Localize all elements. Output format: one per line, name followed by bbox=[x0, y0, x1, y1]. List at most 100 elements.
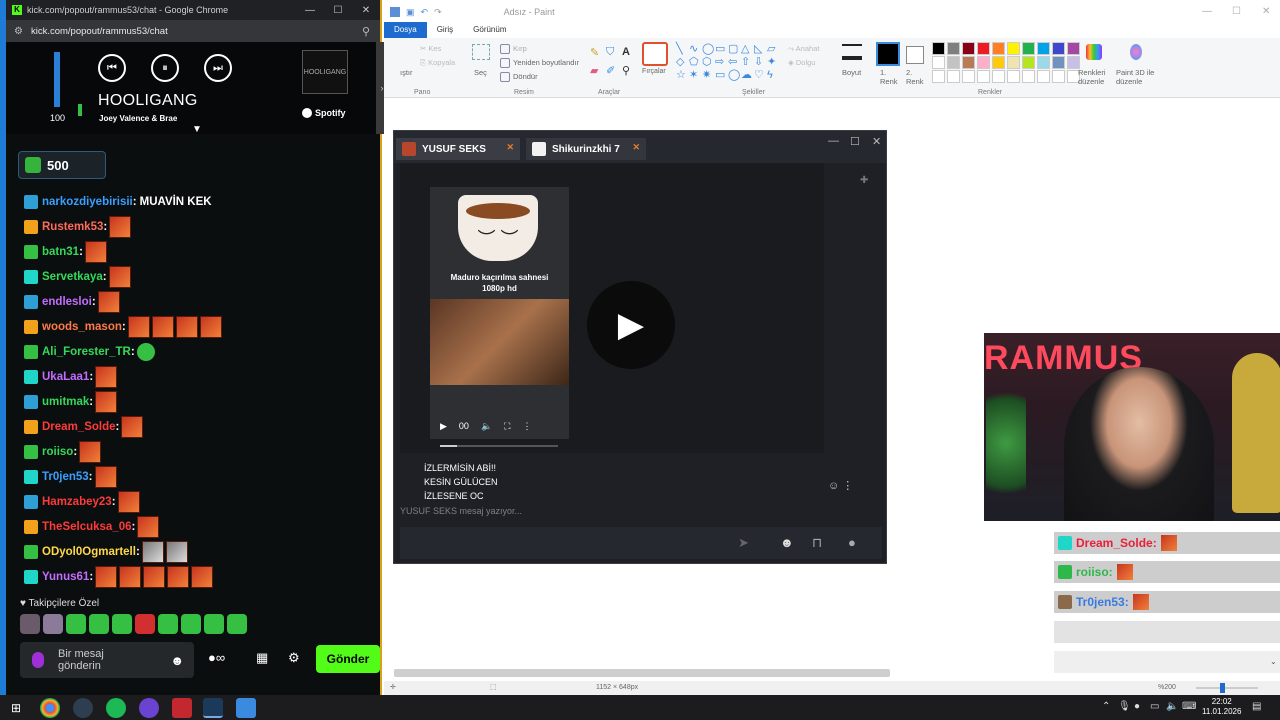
chat-username[interactable]: Yunus61 bbox=[42, 571, 89, 583]
volume-icon[interactable]: 🔈 bbox=[481, 421, 492, 432]
pause-button[interactable]: ⏸ bbox=[151, 54, 179, 82]
chat-input[interactable]: Bir mesaj gönderin ☻ bbox=[20, 642, 194, 678]
crop-button[interactable]: Kırp bbox=[500, 44, 527, 55]
palette-empty-swatch[interactable] bbox=[992, 70, 1005, 83]
palette-empty-swatch[interactable] bbox=[1037, 70, 1050, 83]
emote-icon[interactable] bbox=[112, 614, 132, 634]
palette-empty-swatch[interactable] bbox=[977, 70, 990, 83]
emote-icon[interactable] bbox=[20, 614, 40, 634]
redo-icon[interactable]: ↷ bbox=[434, 7, 442, 18]
emoji-icon[interactable]: ☻ bbox=[170, 653, 184, 668]
edit-colors-icon[interactable] bbox=[1086, 44, 1102, 60]
emote-icon[interactable] bbox=[137, 515, 160, 538]
close-icon[interactable]: ✕ bbox=[506, 142, 514, 153]
chat-username[interactable]: Rustemk53 bbox=[42, 221, 103, 233]
tab-giris[interactable]: Giriş bbox=[427, 22, 463, 38]
palette-swatch[interactable] bbox=[1037, 56, 1050, 69]
chat-username[interactable]: Servetkaya bbox=[42, 271, 103, 283]
color-picker-icon[interactable]: ✐ bbox=[606, 64, 615, 77]
palette-empty-swatch[interactable] bbox=[932, 70, 945, 83]
zoom-slider-thumb[interactable] bbox=[1220, 683, 1225, 693]
fullscreen-icon[interactable]: ⛶ bbox=[504, 421, 510, 432]
microphone-tray-icon[interactable]: 🎙 bbox=[1118, 701, 1131, 712]
chat-username[interactable]: Ali_Forester_TR bbox=[42, 346, 131, 358]
steam-tab-shikurinzkhi[interactable]: Shikurinzkhi 7 ✕ bbox=[526, 138, 646, 160]
chat-username[interactable]: batn31 bbox=[42, 246, 79, 258]
zoom-icon[interactable]: ⚲ bbox=[362, 25, 370, 38]
emote-icon[interactable] bbox=[43, 614, 63, 634]
emote-icon[interactable] bbox=[79, 440, 102, 463]
emote-icon[interactable] bbox=[84, 240, 107, 263]
store-icon[interactable]: ▦ bbox=[256, 650, 268, 666]
speaker-icon[interactable]: 🔈 bbox=[1166, 701, 1178, 712]
emote-icon[interactable] bbox=[108, 265, 131, 288]
rotate-button[interactable]: Döndür bbox=[500, 72, 538, 83]
emoticon-icon[interactable]: ☻ bbox=[780, 535, 794, 550]
gear-icon[interactable]: ⚙ bbox=[288, 650, 300, 666]
emote-icon[interactable] bbox=[66, 614, 86, 634]
more-icon[interactable]: ⋮ bbox=[522, 421, 531, 432]
notifications-icon[interactable]: ▤ bbox=[1252, 701, 1261, 712]
emote-icon[interactable] bbox=[95, 565, 118, 588]
emote-icon[interactable] bbox=[94, 465, 117, 488]
pin-icon[interactable]: ✚ bbox=[860, 175, 868, 186]
palette-swatch[interactable] bbox=[1022, 56, 1035, 69]
chat-username[interactable]: endlesloi bbox=[42, 296, 92, 308]
play-icon[interactable]: ▶ bbox=[440, 421, 447, 432]
color1-button[interactable]: 1. Renk bbox=[880, 68, 900, 86]
emote-icon[interactable] bbox=[117, 490, 140, 513]
palette-swatch[interactable] bbox=[932, 56, 945, 69]
copy-button[interactable]: ⎘ Kopyala bbox=[420, 58, 455, 68]
palette-swatch[interactable] bbox=[962, 42, 975, 55]
paint-close-button[interactable]: ✕ bbox=[1262, 6, 1270, 17]
palette-swatch[interactable] bbox=[1067, 42, 1080, 55]
discord-taskbar-icon[interactable] bbox=[139, 698, 159, 718]
palette-swatch[interactable] bbox=[947, 42, 960, 55]
palette-empty-swatch[interactable] bbox=[1007, 70, 1020, 83]
emote-icon[interactable] bbox=[158, 614, 178, 634]
app-taskbar-icon[interactable] bbox=[73, 698, 93, 718]
palette-swatch[interactable] bbox=[932, 42, 945, 55]
previous-track-button[interactable]: ⏮ bbox=[98, 54, 126, 82]
system-clock[interactable]: 22:02 11.01.2026 bbox=[1202, 697, 1241, 717]
palette-swatch[interactable] bbox=[977, 56, 990, 69]
close-icon[interactable]: ✕ bbox=[632, 142, 640, 153]
chat-username[interactable]: woods_mason bbox=[42, 321, 122, 333]
chat-username[interactable]: umitmak bbox=[42, 396, 89, 408]
spotify-taskbar-icon[interactable] bbox=[106, 698, 126, 718]
palette-empty-swatch[interactable] bbox=[1052, 70, 1065, 83]
minimize-button[interactable]: — bbox=[296, 5, 324, 16]
video-embed[interactable]: ︶ ︶ Maduro kaçırılma sahnesi 1080p hd ▶ … bbox=[430, 187, 569, 447]
palette-swatch[interactable] bbox=[947, 56, 960, 69]
close-button[interactable]: ✕ bbox=[352, 5, 380, 16]
tab-gorunum[interactable]: Görünüm bbox=[463, 22, 516, 38]
palette-empty-swatch[interactable] bbox=[947, 70, 960, 83]
chat-username[interactable]: Tr0jen53 bbox=[42, 471, 89, 483]
chevron-down-icon[interactable]: ⌄ bbox=[1270, 657, 1277, 666]
steam-taskbar-icon[interactable] bbox=[203, 698, 223, 718]
chat-username[interactable]: UkaLaa1 bbox=[42, 371, 89, 383]
color1-swatch[interactable] bbox=[876, 42, 900, 66]
volume-slider[interactable] bbox=[54, 52, 60, 107]
palette-swatch[interactable] bbox=[1007, 56, 1020, 69]
send-arrow-icon[interactable]: ➤ bbox=[738, 535, 749, 551]
palette-swatch[interactable] bbox=[1022, 42, 1035, 55]
palette-swatch[interactable] bbox=[1007, 42, 1020, 55]
zoom-slider[interactable] bbox=[1196, 687, 1258, 689]
emote-icon[interactable] bbox=[97, 290, 120, 313]
text-icon[interactable]: A bbox=[622, 46, 630, 58]
emote-icon[interactable] bbox=[89, 614, 109, 634]
palette-empty-swatch[interactable] bbox=[1022, 70, 1035, 83]
emote-icon[interactable] bbox=[204, 614, 224, 634]
emote-icon[interactable] bbox=[121, 415, 144, 438]
fill-button[interactable]: ◈ Dolgu bbox=[788, 58, 815, 67]
site-settings-icon[interactable]: ⚙ bbox=[14, 26, 23, 37]
undo-icon[interactable]: ↶ bbox=[421, 7, 429, 18]
paint-maximize-button[interactable]: ☐ bbox=[1232, 6, 1241, 17]
send-button[interactable]: Gönder bbox=[316, 645, 380, 673]
resize-button[interactable]: Yeniden boyutlandır bbox=[500, 58, 579, 69]
paste-button[interactable]: ıştır bbox=[400, 68, 413, 77]
emote-icon[interactable] bbox=[227, 614, 247, 634]
select-icon[interactable] bbox=[472, 44, 490, 60]
steam-tab-yusuf[interactable]: YUSUF SEKS ✕ bbox=[396, 138, 520, 160]
